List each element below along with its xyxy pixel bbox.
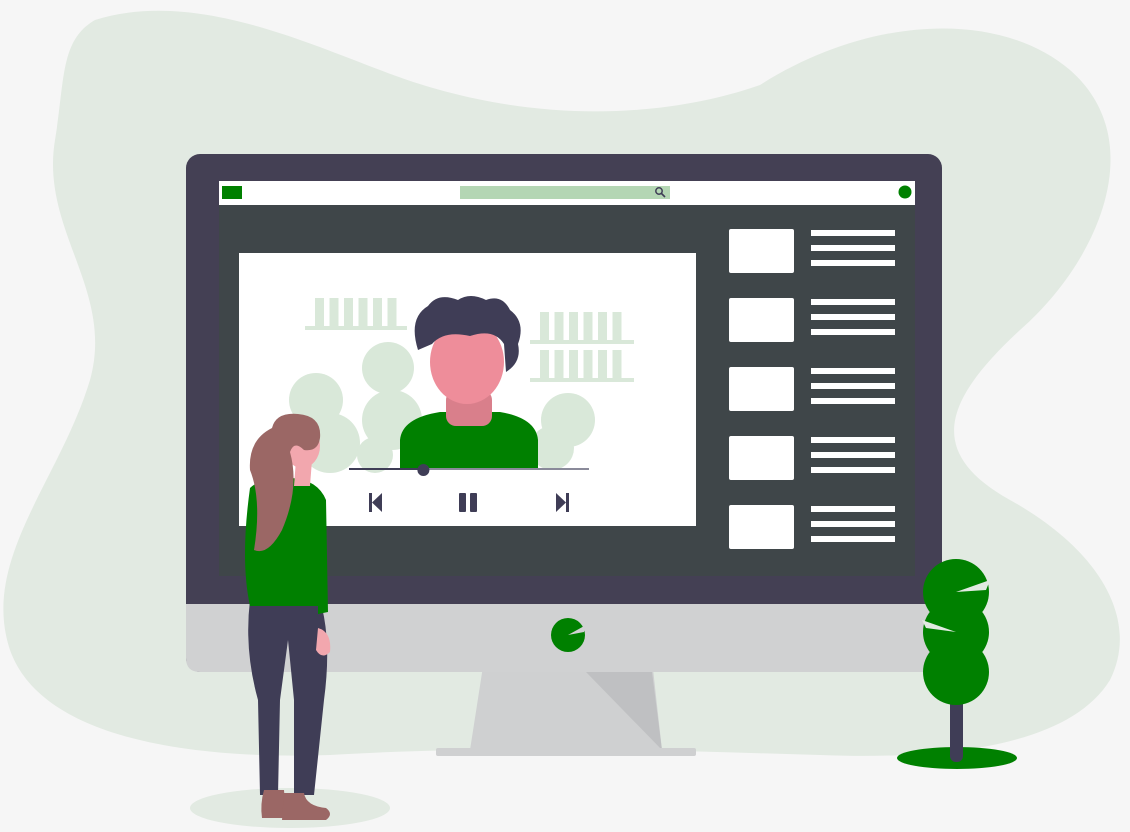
shelf-book bbox=[540, 350, 549, 378]
shelf-board bbox=[530, 378, 634, 382]
shelf-board bbox=[305, 326, 407, 330]
person-shoe-left bbox=[261, 790, 286, 818]
playlist-text-line bbox=[811, 230, 895, 236]
playlist-thumbnail[interactable] bbox=[729, 298, 794, 342]
shelf-book bbox=[329, 298, 339, 326]
shelf-board bbox=[530, 340, 634, 344]
shelf-book bbox=[315, 298, 324, 326]
shelf-book bbox=[569, 312, 578, 340]
playlist-thumbnail[interactable] bbox=[729, 229, 794, 273]
playlist-text-line bbox=[811, 383, 895, 389]
shelf-book bbox=[540, 312, 549, 340]
playlist-text-line bbox=[811, 398, 895, 404]
playlist-text-line bbox=[811, 521, 895, 527]
stand-base bbox=[436, 748, 696, 756]
logo-block-icon[interactable] bbox=[222, 186, 242, 199]
shelf-book bbox=[583, 350, 593, 378]
search-bar[interactable] bbox=[460, 186, 670, 199]
shelf-book bbox=[612, 312, 622, 340]
profile-dot-icon[interactable] bbox=[898, 185, 912, 199]
playlist-text-line bbox=[811, 452, 895, 458]
playlist-text-line bbox=[811, 437, 895, 443]
shelf-book bbox=[569, 350, 578, 378]
playlist-text-line bbox=[811, 260, 895, 266]
playlist-thumbnail[interactable] bbox=[729, 436, 794, 480]
playlist-text-line bbox=[811, 245, 895, 251]
shelf-book bbox=[598, 312, 607, 340]
shelf-book bbox=[358, 298, 368, 326]
progress-handle[interactable] bbox=[417, 464, 430, 476]
shelf-book bbox=[344, 298, 353, 326]
playlist-text-line bbox=[811, 329, 895, 335]
playlist-text-line bbox=[811, 368, 895, 374]
playlist-text-line bbox=[811, 314, 895, 320]
shelf-book bbox=[583, 312, 593, 340]
playlist-text-line bbox=[811, 299, 895, 305]
playlist-text-line bbox=[811, 467, 895, 473]
shelf-book bbox=[612, 350, 622, 378]
shelf-book bbox=[554, 312, 564, 340]
playlist-thumbnail[interactable] bbox=[729, 505, 794, 549]
playlist-text-line bbox=[811, 506, 895, 512]
shelf-book bbox=[598, 350, 607, 378]
playlist-thumbnail[interactable] bbox=[729, 367, 794, 411]
shelf-book bbox=[554, 350, 564, 378]
illustration-canvas bbox=[3, 10, 1120, 828]
shelf-book bbox=[373, 298, 382, 326]
browser-bar bbox=[219, 181, 915, 205]
playlist-text-line bbox=[811, 536, 895, 542]
shelf-book bbox=[387, 298, 397, 326]
